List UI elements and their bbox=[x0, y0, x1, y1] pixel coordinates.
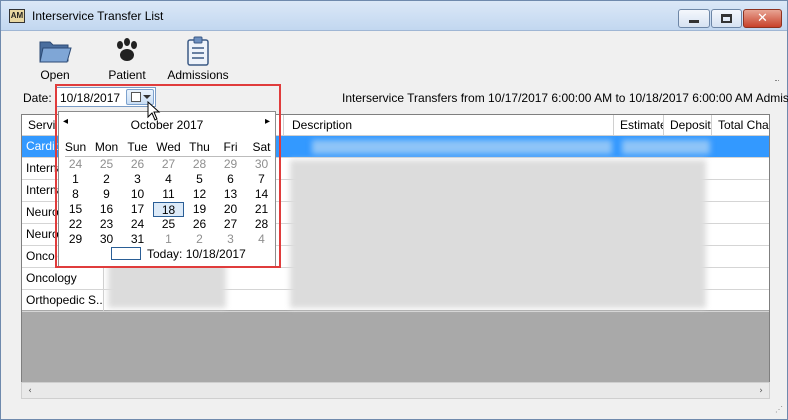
paw-icon bbox=[117, 38, 137, 61]
toolbar: Open Patient Admissions bbox=[1, 32, 787, 84]
title-bar[interactable]: AM Interservice Transfer List ✕ bbox=[1, 1, 787, 31]
window-title: Interservice Transfer List bbox=[32, 9, 164, 23]
clipboard-icon bbox=[187, 36, 209, 66]
interservice-transfer-window: AM Interservice Transfer List ✕ Open Pat… bbox=[0, 0, 788, 420]
close-icon: ✕ bbox=[757, 11, 768, 26]
horizontal-scrollbar[interactable]: ‹ › bbox=[21, 382, 770, 399]
patient-label: Patient bbox=[108, 68, 146, 82]
minimize-icon bbox=[689, 20, 699, 23]
mouse-cursor-icon bbox=[147, 101, 161, 121]
scroll-left-icon[interactable]: ‹ bbox=[24, 385, 36, 397]
folder-icon bbox=[39, 41, 72, 63]
column-header-description[interactable]: Description bbox=[284, 115, 614, 136]
admissions-label: Admissions bbox=[167, 68, 229, 82]
column-header-total-charge[interactable]: Total Charg bbox=[712, 115, 769, 136]
patient-button[interactable]: Patient bbox=[105, 34, 149, 82]
toolbar-overflow bbox=[775, 80, 779, 84]
callout-highlight-box bbox=[55, 84, 281, 268]
date-label: Date: bbox=[23, 91, 52, 105]
open-label: Open bbox=[40, 68, 70, 82]
admissions-button[interactable]: Admissions bbox=[165, 34, 231, 82]
app-icon: AM bbox=[9, 9, 25, 23]
redacted-descriptions bbox=[290, 160, 706, 308]
minimize-button[interactable] bbox=[678, 9, 710, 28]
column-header-estimate[interactable]: Estimate bbox=[614, 115, 664, 136]
resize-grip-icon[interactable]: ⋰ bbox=[775, 405, 785, 415]
maximize-icon bbox=[721, 14, 732, 23]
scroll-right-icon[interactable]: › bbox=[755, 385, 767, 397]
open-button[interactable]: Open bbox=[37, 34, 73, 82]
redacted-amounts bbox=[622, 140, 710, 154]
service-cell: Orthopedic S... bbox=[22, 290, 104, 311]
service-cell: Oncology bbox=[22, 268, 104, 289]
close-button[interactable]: ✕ bbox=[743, 9, 782, 28]
redacted-description bbox=[312, 140, 612, 154]
transfer-summary: Interservice Transfers from 10/17/2017 6… bbox=[342, 91, 788, 105]
maximize-button[interactable] bbox=[711, 9, 742, 28]
column-header-deposit[interactable]: Deposit bbox=[664, 115, 712, 136]
